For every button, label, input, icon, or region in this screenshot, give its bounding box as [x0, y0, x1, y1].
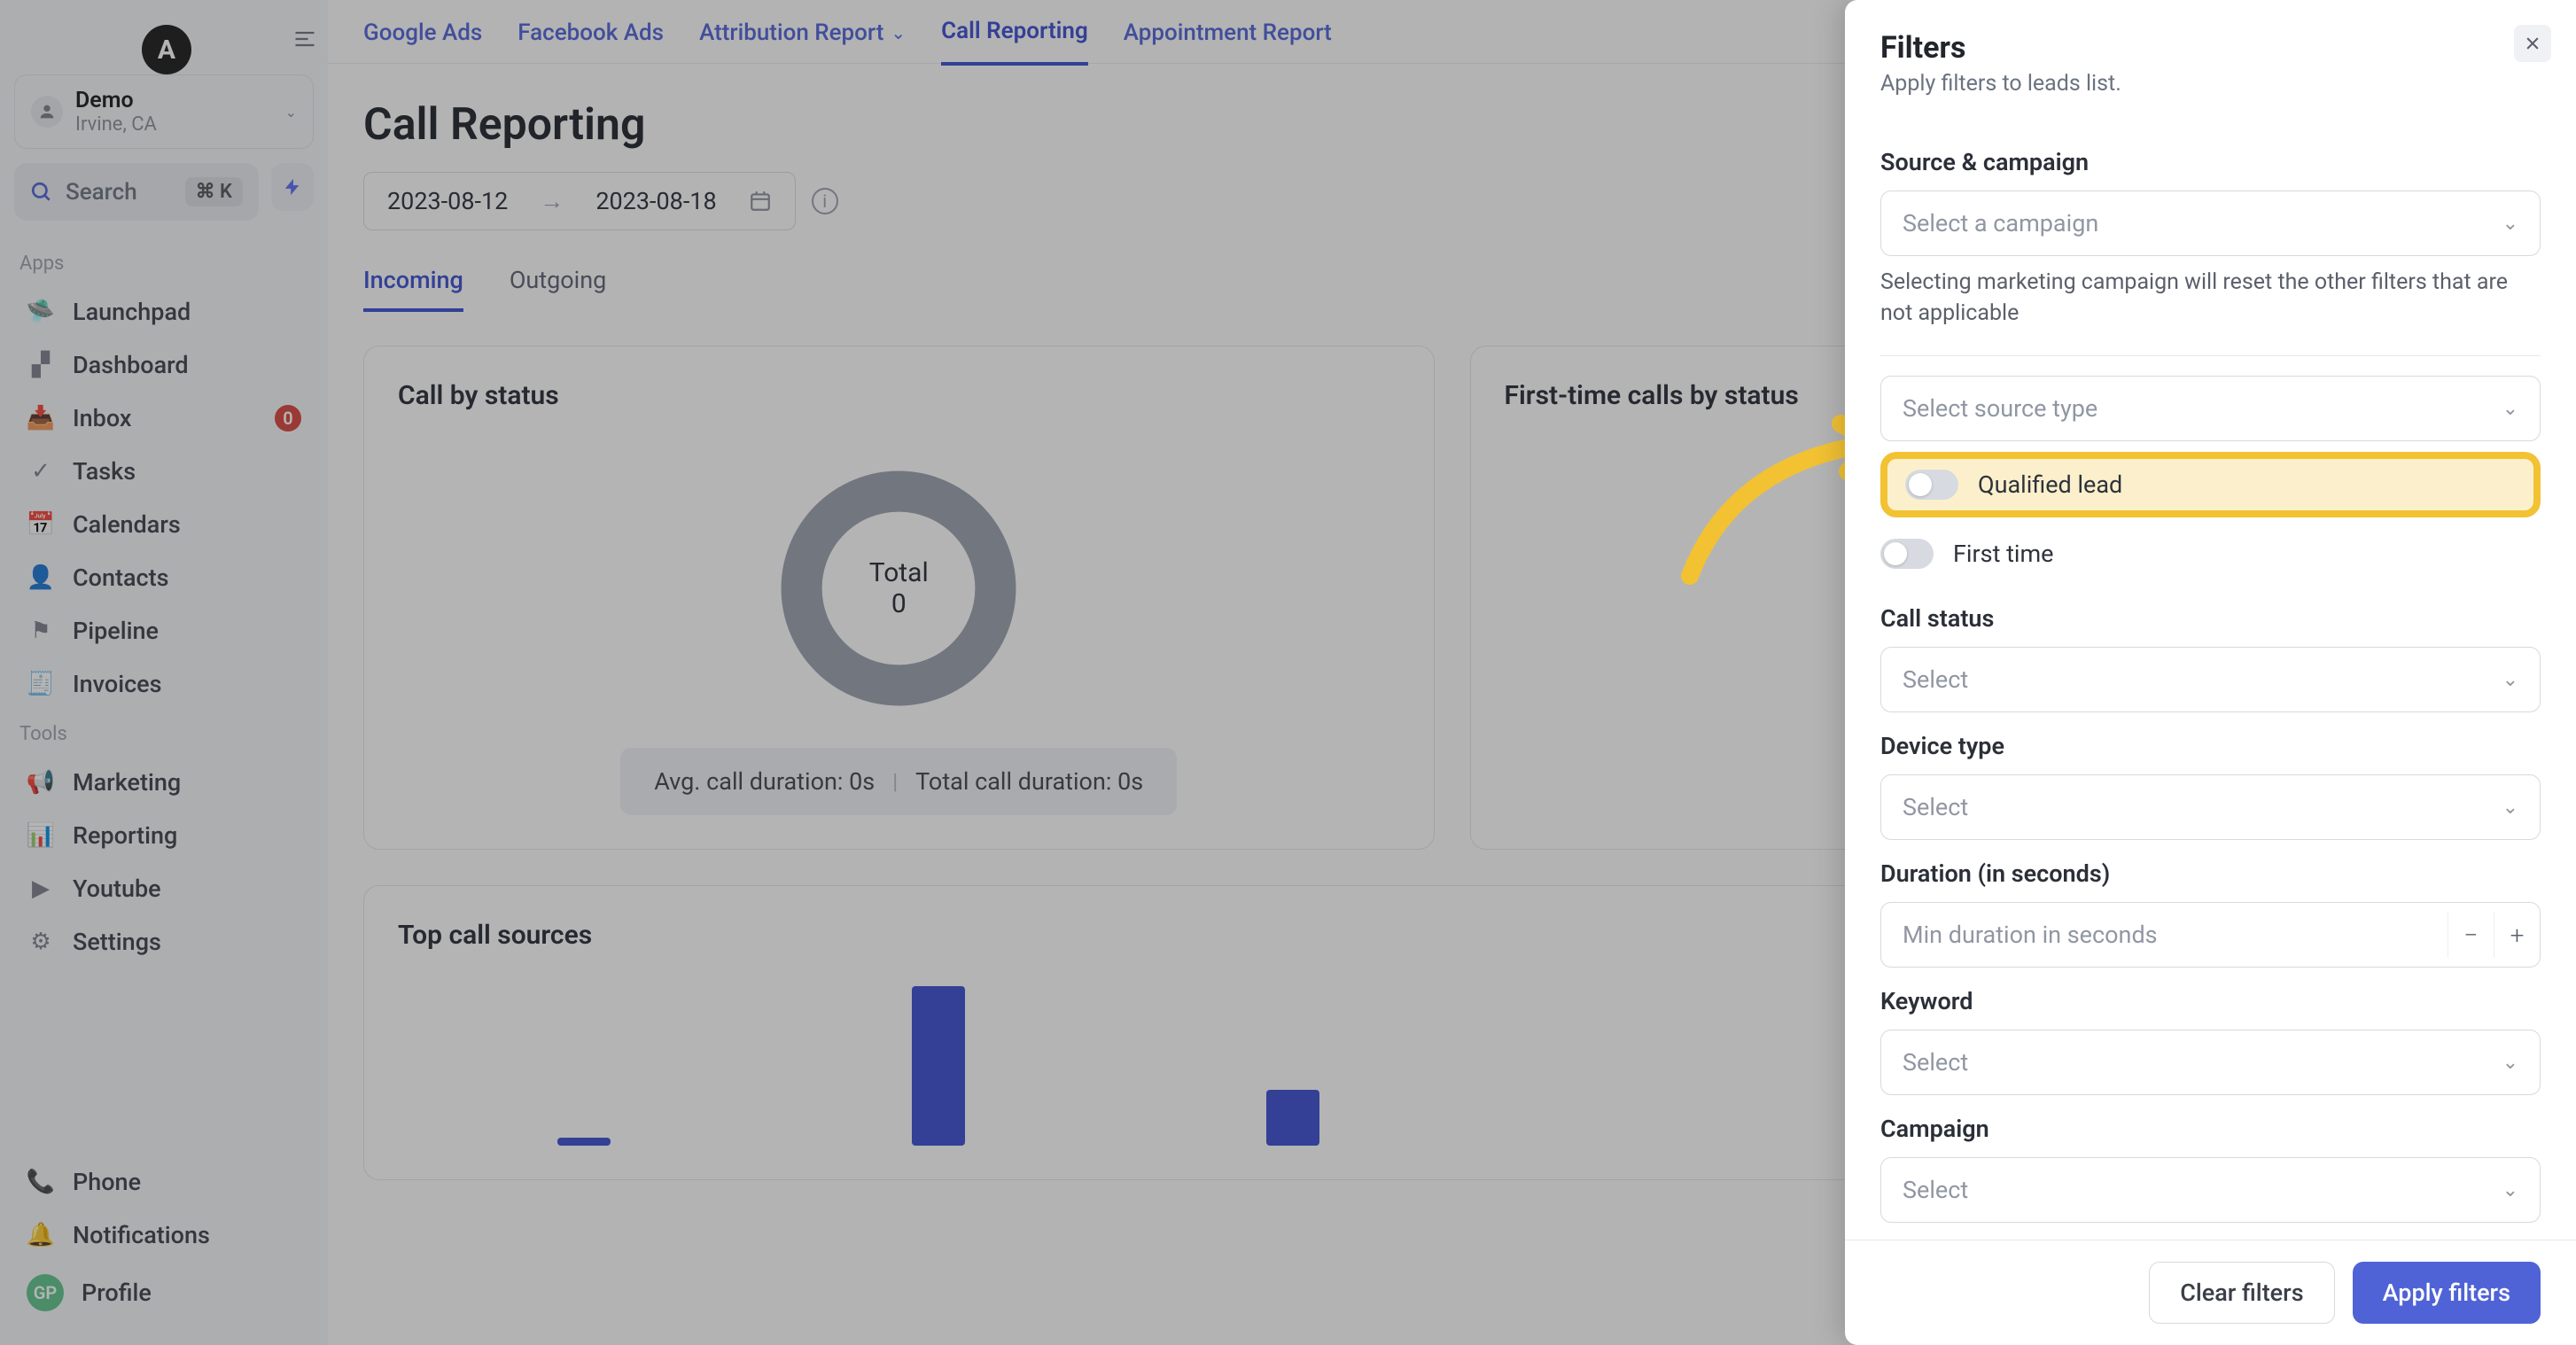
keyword-label: Keyword [1880, 987, 2541, 1015]
select-placeholder: Select [1903, 793, 1968, 821]
select-placeholder: Select [1903, 1048, 1968, 1077]
campaign-filter-label: Campaign [1880, 1115, 2541, 1143]
qualified-lead-highlight: Qualified lead [1880, 452, 2541, 517]
increment-button[interactable]: + [2494, 912, 2540, 958]
chevron-down-icon: ⌄ [2502, 398, 2518, 420]
close-button[interactable] [2514, 25, 2551, 62]
select-placeholder: Select source type [1903, 394, 2097, 423]
decrement-button[interactable]: − [2448, 912, 2494, 958]
source-type-select[interactable]: Select source type ⌄ [1880, 376, 2541, 441]
duration-input-wrapper: − + [1880, 902, 2541, 968]
first-time-label: First time [1953, 540, 2054, 568]
campaign-filter-select[interactable]: Select ⌄ [1880, 1157, 2541, 1223]
call-status-select[interactable]: Select ⌄ [1880, 647, 2541, 712]
first-time-toggle[interactable] [1880, 539, 1934, 569]
chevron-down-icon: ⌄ [2502, 213, 2518, 235]
clear-filters-button[interactable]: Clear filters [2149, 1262, 2334, 1324]
campaign-helper-text: Selecting marketing campaign will reset … [1880, 267, 2541, 329]
campaign-select[interactable]: Select a campaign ⌄ [1880, 190, 2541, 256]
call-status-label: Call status [1880, 604, 2541, 633]
select-placeholder: Select [1903, 665, 1968, 694]
chevron-down-icon: ⌄ [2502, 797, 2518, 819]
chevron-down-icon: ⌄ [2502, 1179, 2518, 1201]
close-icon [2524, 35, 2541, 52]
drawer-subtitle: Apply filters to leads list. [1880, 71, 2121, 97]
source-campaign-label: Source & campaign [1880, 148, 2541, 176]
duration-input[interactable] [1881, 903, 2448, 967]
device-type-label: Device type [1880, 732, 2541, 760]
chevron-down-icon: ⌄ [2502, 1052, 2518, 1074]
duration-label: Duration (in seconds) [1880, 859, 2541, 888]
qualified-lead-label: Qualified lead [1978, 470, 2122, 499]
device-type-select[interactable]: Select ⌄ [1880, 774, 2541, 840]
select-placeholder: Select [1903, 1176, 1968, 1204]
drawer-title: Filters [1880, 30, 2121, 66]
keyword-select[interactable]: Select ⌄ [1880, 1030, 2541, 1095]
chevron-down-icon: ⌄ [2502, 669, 2518, 691]
divider [1880, 355, 2541, 356]
apply-filters-button[interactable]: Apply filters [2353, 1262, 2541, 1324]
qualified-lead-toggle[interactable] [1905, 470, 1958, 500]
select-placeholder: Select a campaign [1903, 209, 2098, 237]
filters-drawer: Filters Apply filters to leads list. Sou… [1845, 0, 2576, 1345]
